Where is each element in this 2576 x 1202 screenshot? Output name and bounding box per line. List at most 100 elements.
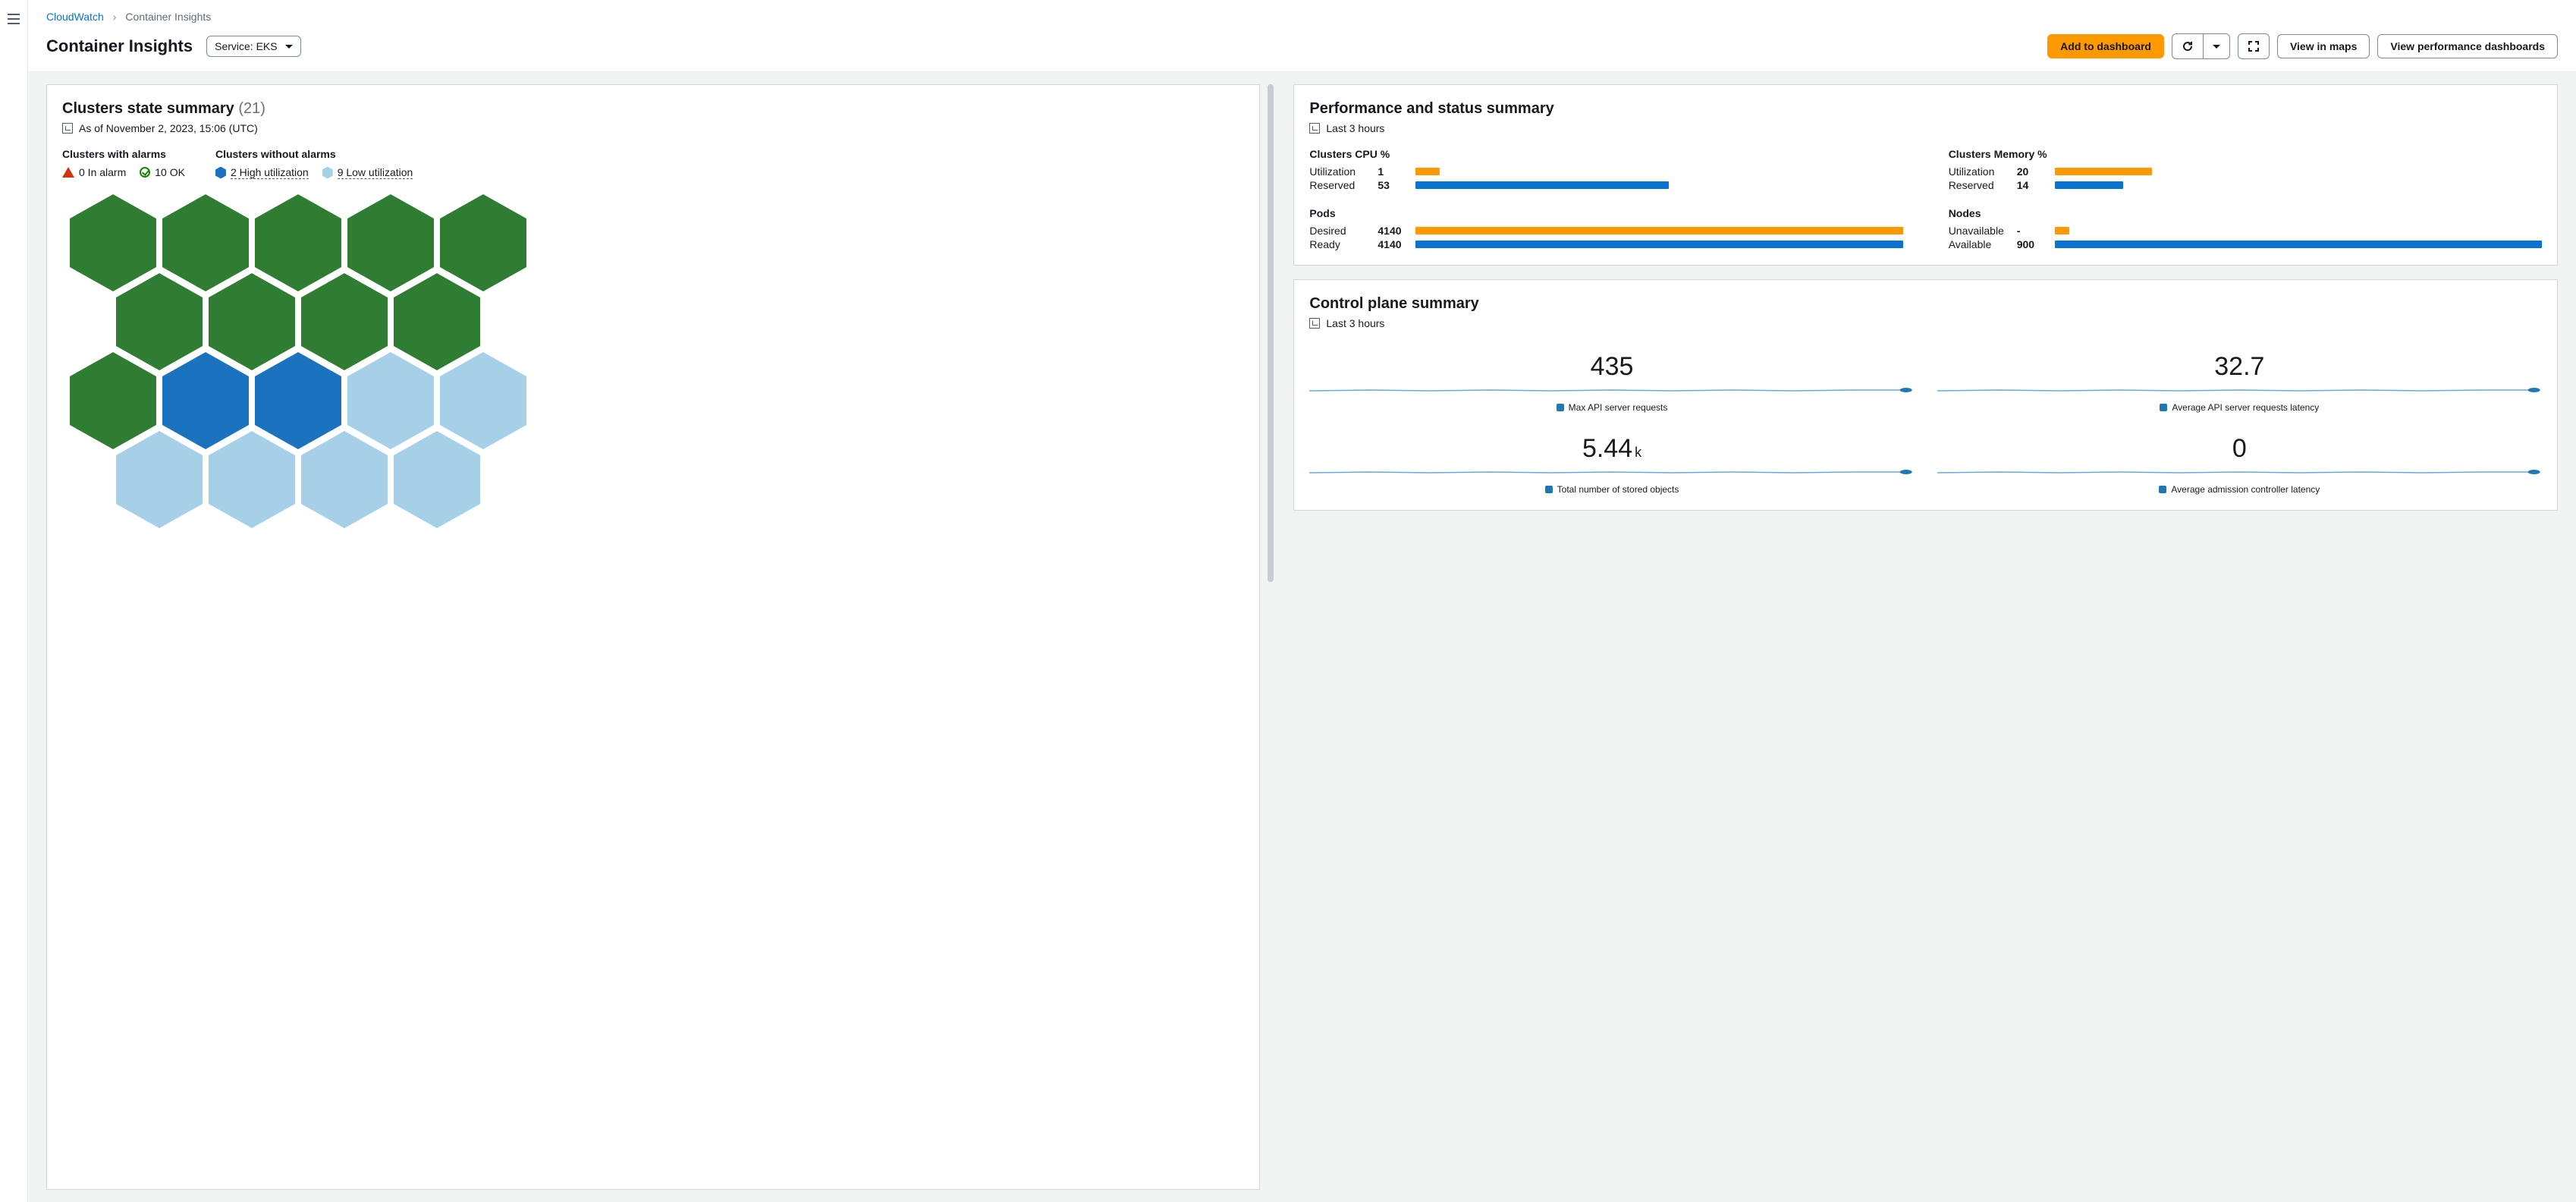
clusters-state-panel: Clusters state summary (21) As of Novemb… (46, 84, 1260, 1190)
performance-summary-panel: Performance and status summary Last 3 ho… (1293, 84, 2558, 266)
chevron-down-icon (285, 45, 293, 49)
stat-line: Available 900 (1949, 238, 2542, 251)
stat-bar (2055, 227, 2069, 234)
stat-value: 4140 (1378, 225, 1408, 237)
clock-icon (1309, 123, 1320, 134)
metric-value: 435 (1309, 352, 1914, 382)
breadcrumb: CloudWatch › Container Insights (46, 0, 2558, 33)
stat-bar (2055, 181, 2123, 189)
add-to-dashboard-button[interactable]: Add to dashboard (2047, 34, 2164, 58)
stat-label: Utilization (1309, 165, 1370, 178)
scrollbar[interactable] (1264, 84, 1277, 1190)
metric-label: Max API server requests (1569, 402, 1668, 413)
legend-swatch (2160, 404, 2167, 411)
high-util-icon (215, 167, 226, 179)
clusters-without-alarms-label: Clusters without alarms (215, 148, 413, 166)
clock-icon (1309, 318, 1320, 329)
stat-bar (2055, 168, 2152, 175)
control-plane-panel: Control plane summary Last 3 hours 435 Ma… (1293, 279, 2558, 511)
ok-count: 10 OK (155, 166, 185, 178)
control-plane-metric: 5.44k Total number of stored objects (1309, 434, 1914, 495)
alarm-icon (62, 167, 74, 178)
refresh-icon (2182, 40, 2194, 52)
control-plane-metric: 0Average admission controller latency (1937, 434, 2542, 495)
ok-icon (140, 167, 150, 178)
stat-line: Desired 4140 (1309, 224, 1902, 238)
page-title: Container Insights (46, 36, 193, 56)
menu-icon[interactable] (8, 14, 20, 24)
stat-line: Reserved 53 (1309, 178, 1902, 192)
expand-icon (2248, 40, 2260, 52)
stat-value: 14 (2017, 179, 2047, 191)
sparkline (1937, 386, 2542, 394)
stat-value: 20 (2017, 165, 2047, 178)
stat-value: 900 (2017, 238, 2047, 250)
in-alarm-count: 0 In alarm (79, 166, 126, 178)
legend-swatch (2159, 486, 2166, 493)
service-select[interactable]: Service: EKS (206, 36, 300, 57)
metric-label: Average admission controller latency (2171, 484, 2320, 495)
high-util-link[interactable]: 2 High utilization (231, 166, 309, 179)
stat-value: - (2017, 225, 2047, 237)
stat-title: Clusters CPU % (1309, 148, 1902, 165)
metric-label: Total number of stored objects (1557, 484, 1679, 495)
stat-title: Nodes (1949, 207, 2542, 224)
service-select-label: Service: EKS (215, 40, 277, 52)
stat-line: Utilization 20 (1949, 165, 2542, 178)
stat-value: 1 (1378, 165, 1408, 178)
chevron-down-icon (2213, 45, 2220, 49)
stat-bar (1415, 241, 1902, 248)
metric-legend: Average admission controller latency (1937, 484, 2542, 495)
stat-label: Utilization (1949, 165, 2009, 178)
cluster-hex[interactable] (209, 431, 295, 528)
legend-swatch (1545, 486, 1553, 493)
low-util-link[interactable]: 9 Low utilization (338, 166, 413, 179)
stat-label: Ready (1309, 238, 1370, 250)
refresh-button[interactable] (2172, 33, 2203, 59)
clusters-as-of: As of November 2, 2023, 15:06 (UTC) (79, 122, 258, 134)
stat-title: Pods (1309, 207, 1902, 224)
stat-value: 53 (1378, 179, 1408, 191)
breadcrumb-current: Container Insights (125, 11, 211, 23)
cluster-hex[interactable] (116, 431, 203, 528)
view-in-maps-button[interactable]: View in maps (2277, 34, 2370, 58)
stat-line: Ready 4140 (1309, 238, 1902, 251)
stat-label: Unavailable (1949, 225, 2009, 237)
clusters-with-alarms-label: Clusters with alarms (62, 148, 185, 166)
stat-label: Available (1949, 238, 2009, 250)
sparkline (1309, 468, 1914, 476)
metric-value: 5.44k (1309, 434, 1914, 464)
control-plane-metric: 435 Max API server requests (1309, 352, 1914, 413)
stat-bar (1415, 181, 1669, 189)
legend-swatch (1557, 404, 1564, 411)
metric-legend: Average API server requests latency (1937, 402, 2542, 413)
clusters-count: (21) (238, 100, 265, 117)
view-performance-dashboards-button[interactable]: View performance dashboards (2377, 34, 2558, 58)
sparkline (1309, 386, 1914, 394)
control-plane-metric: 32.7Average API server requests latency (1937, 352, 2542, 413)
stat-label: Reserved (1949, 179, 2009, 191)
stat-bar (1415, 227, 1902, 234)
stat-line: Reserved 14 (1949, 178, 2542, 192)
refresh-options-button[interactable] (2203, 33, 2230, 59)
control-plane-title: Control plane summary (1294, 280, 2557, 317)
metric-label: Average API server requests latency (2172, 402, 2319, 413)
stat-title: Clusters Memory % (1949, 148, 2542, 165)
low-util-icon (322, 167, 333, 179)
stat-value: 4140 (1378, 238, 1408, 250)
control-plane-range: Last 3 hours (1326, 317, 1384, 329)
stat-label: Desired (1309, 225, 1370, 237)
stat-label: Reserved (1309, 179, 1370, 191)
performance-range: Last 3 hours (1326, 122, 1384, 134)
stat-line: Utilization 1 (1309, 165, 1902, 178)
expand-button[interactable] (2238, 33, 2270, 59)
cluster-hex[interactable] (301, 431, 388, 528)
breadcrumb-parent[interactable]: CloudWatch (46, 11, 104, 23)
cluster-hex[interactable] (394, 431, 480, 528)
stat-bar (1415, 168, 1440, 175)
chevron-right-icon: › (113, 11, 117, 23)
stat-line: Unavailable- (1949, 224, 2542, 238)
performance-title: Performance and status summary (1294, 85, 2557, 122)
metric-legend: Max API server requests (1309, 402, 1914, 413)
clusters-title: Clusters state summary (62, 100, 234, 117)
